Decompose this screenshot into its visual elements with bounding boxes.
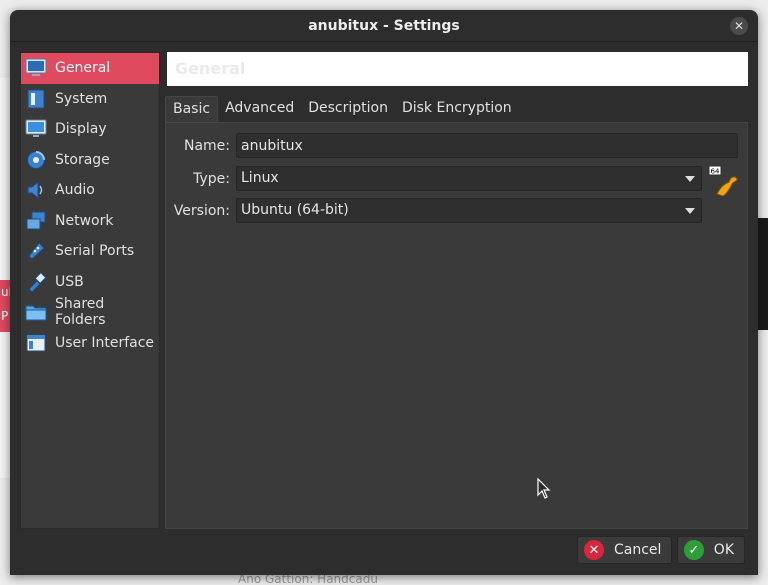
settings-sidebar: General System Display Storage Audio Net… — [20, 52, 160, 529]
display-icon — [25, 118, 47, 140]
type-select[interactable]: Linux — [236, 166, 702, 191]
sidebar-item-label: General — [55, 60, 111, 77]
sidebar-item-label: Serial Ports — [55, 243, 135, 260]
sidebar-item-audio[interactable]: Audio — [21, 175, 159, 206]
chevron-down-icon — [685, 176, 695, 182]
chevron-down-icon — [685, 208, 695, 214]
titlebar: anubitux - Settings ✕ — [10, 10, 758, 42]
cancel-button[interactable]: ✕ Cancel — [577, 536, 673, 564]
os-badge-text: 64 — [711, 168, 720, 176]
network-icon — [25, 210, 47, 232]
version-label: Version: — [173, 202, 230, 219]
sidebar-item-network[interactable]: Network — [21, 206, 159, 237]
name-row: Name: — [170, 133, 738, 158]
sidebar-item-general[interactable]: General — [21, 53, 159, 84]
version-row: Version: Ubuntu (64-bit) — [170, 198, 702, 223]
serial-ports-icon — [25, 240, 47, 262]
sidebar-item-label: User Interface — [55, 334, 155, 351]
shared-folders-icon — [25, 301, 47, 323]
tab-bar: Basic Advanced Description Disk Encrypti… — [165, 96, 519, 122]
mouse-cursor-icon — [537, 478, 551, 499]
sidebar-item-serial-ports[interactable]: Serial Ports — [21, 236, 159, 267]
close-icon: ✕ — [733, 19, 745, 33]
name-input[interactable] — [236, 133, 738, 158]
sidebar-item-label: Network — [55, 212, 114, 229]
sidebar-item-shared-folders[interactable]: Shared Folders — [21, 296, 159, 329]
ok-button[interactable]: ✓ OK — [677, 536, 745, 564]
type-label: Type: — [193, 170, 230, 187]
cancel-icon: ✕ — [584, 540, 604, 560]
sidebar-item-usb[interactable]: USB — [21, 267, 159, 298]
general-icon — [25, 57, 47, 79]
window-title: anubitux - Settings — [308, 17, 460, 34]
type-row: Type: Linux — [170, 166, 702, 191]
storage-icon — [25, 149, 47, 171]
sidebar-item-label: USB — [55, 273, 84, 290]
usb-icon — [25, 271, 47, 293]
audio-icon — [25, 179, 47, 201]
tab-basic[interactable]: Basic — [165, 96, 219, 122]
section-title: General — [175, 59, 246, 78]
tab-disk-encryption[interactable]: Disk Encryption — [395, 96, 519, 122]
sidebar-item-label: Storage — [55, 151, 110, 168]
sidebar-item-label: Audio — [55, 182, 95, 199]
section-header: General — [167, 52, 748, 86]
name-label: Name: — [183, 137, 230, 154]
sidebar-item-system[interactable]: System — [21, 84, 159, 115]
version-select[interactable]: Ubuntu (64-bit) — [236, 198, 702, 223]
user-interface-icon — [25, 332, 47, 354]
settings-dialog: anubitux - Settings ✕ General System Dis… — [10, 10, 758, 575]
os-type-icon: 64 — [707, 164, 743, 200]
sidebar-item-label: Display — [55, 121, 107, 138]
tab-advanced[interactable]: Advanced — [218, 96, 301, 122]
version-value: Ubuntu (64-bit) — [241, 202, 349, 218]
sidebar-item-label: Shared Folders — [55, 296, 106, 329]
ok-label: OK — [713, 542, 734, 558]
close-button[interactable]: ✕ — [730, 17, 748, 35]
sidebar-item-display[interactable]: Display — [21, 114, 159, 145]
sidebar-item-label: System — [55, 90, 108, 107]
sidebar-item-storage[interactable]: Storage — [21, 145, 159, 176]
cancel-label: Cancel — [614, 542, 662, 558]
tab-description[interactable]: Description — [301, 96, 395, 122]
checkmark-icon: ✓ — [684, 540, 704, 560]
sidebar-item-user-interface[interactable]: User Interface — [21, 328, 159, 359]
system-icon — [25, 88, 47, 110]
type-value: Linux — [241, 170, 279, 186]
